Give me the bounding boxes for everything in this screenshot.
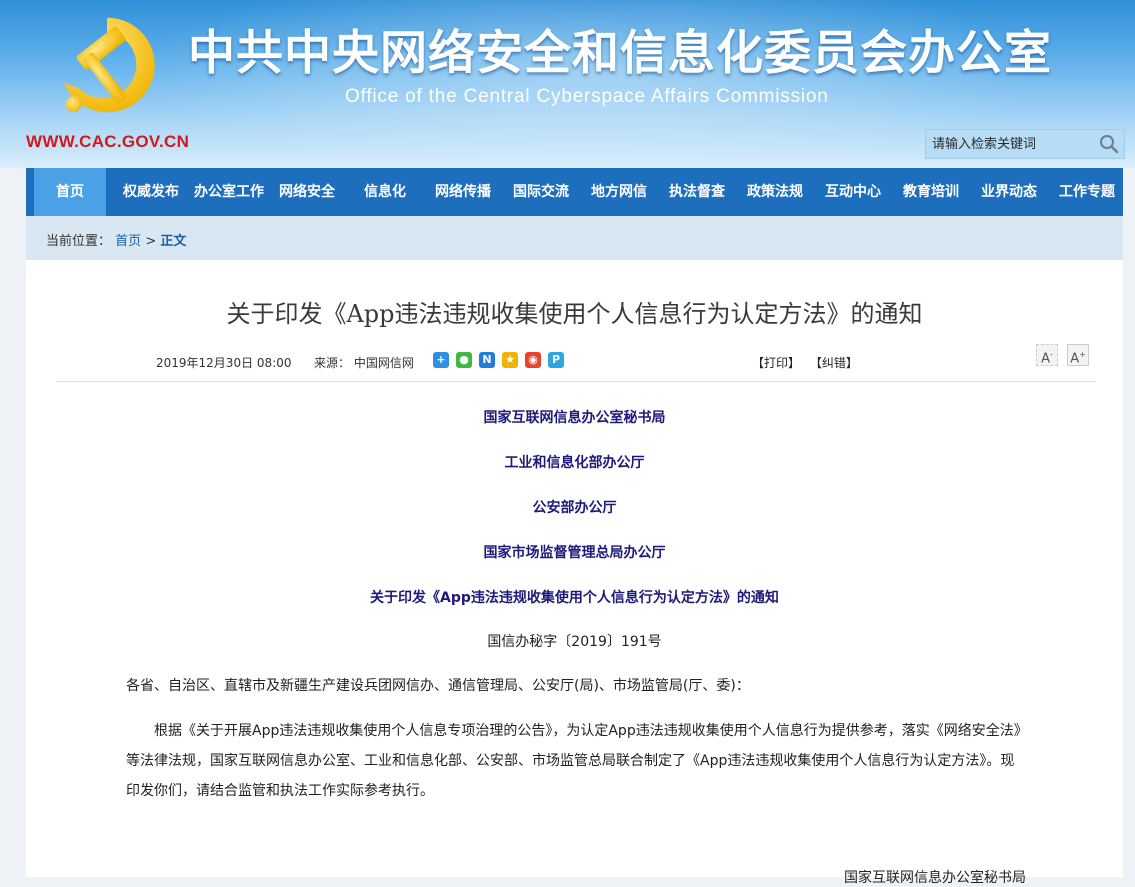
document-number: 国信办秘字〔2019〕191号 [487,634,662,650]
nav-item-local[interactable]: 地方网信 [580,168,658,216]
search-box [925,129,1125,159]
share-plus-icon[interactable]: + [433,352,449,368]
breadcrumb-bar: 当前位置： 首页 > 正文 [26,216,1123,260]
nav-item-policy[interactable]: 政策法规 [736,168,814,216]
font-larger-button[interactable]: A+ [1067,344,1089,366]
breadcrumb-home-link[interactable]: 首页 [115,234,141,249]
font-larger-label: A [1070,351,1080,367]
issuer-line: 工业和信息化部办公厅 [504,455,645,471]
article-meta: 2019年12月30日 08:00 来源： 中国网信网 + ● N ★ ◉ P … [26,352,1123,374]
issuer-line: 国家市场监督管理总局办公厅 [483,545,666,561]
nav-item-topics[interactable]: 工作专题 [1048,168,1126,216]
font-smaller-label: A [1041,351,1050,367]
site-header: 中共中央网络安全和信息化委员会办公室 Office of the Central… [0,0,1135,168]
article-tools: 【打印】 【纠错】 [752,354,864,371]
party-emblem-icon[interactable] [48,6,166,124]
nav-item-cybersecurity[interactable]: 网络安全 [268,168,346,216]
issuer-line: 国家互联网信息办公室秘书局 [483,410,666,426]
site-title: 中共中央网络安全和信息化委员会办公室 [188,26,1052,81]
issuer-line: 公安部办公厅 [532,500,617,516]
breadcrumb-separator: > [145,234,157,249]
nav-item-communication[interactable]: 网络传播 [424,168,502,216]
site-url[interactable]: WWW.CAC.GOV.CN [26,132,189,152]
news-icon[interactable]: N [479,352,495,368]
breadcrumb-current: 正文 [160,234,187,249]
weibo-icon[interactable]: ◉ [525,352,541,368]
nav-item-interaction[interactable]: 互动中心 [814,168,892,216]
search-icon[interactable] [1098,133,1120,155]
article-source: 来源： 中国网信网 [314,356,414,370]
divider [56,381,1096,382]
notice-title: 关于印发《App违法违规收集使用个人信息行为认定方法》的通知 [370,590,779,606]
article-title: 关于印发《App违法违规收集使用个人信息行为认定方法》的通知 [226,300,923,328]
signature: 国家互联网信息办公室秘书局 [844,870,1026,886]
correct-link[interactable]: 【纠错】 [810,356,858,370]
print-link[interactable]: 【打印】 [752,356,800,370]
nav-item-enforcement[interactable]: 执法督查 [658,168,736,216]
nav-item-office-work[interactable]: 办公室工作 [190,168,268,216]
main-nav: 首页 权威发布 办公室工作 网络安全 信息化 网络传播 国际交流 地方网信 执法… [26,168,1123,216]
nav-item-international[interactable]: 国际交流 [502,168,580,216]
qzone-icon[interactable]: ★ [502,352,518,368]
breadcrumb-prefix: 当前位置： [46,234,112,249]
nav-item-training[interactable]: 教育培训 [892,168,970,216]
article-date: 2019年12月30日 08:00 [156,356,292,370]
nav-item-industry[interactable]: 业界动态 [970,168,1048,216]
nav-item-home[interactable]: 首页 [34,168,106,216]
search-input[interactable] [926,130,1094,158]
wechat-icon[interactable]: ● [456,352,472,368]
breadcrumb: 当前位置： 首页 > 正文 [46,230,186,249]
nav-item-informatization[interactable]: 信息化 [346,168,424,216]
body-paragraph: 根据《关于开展App违法违规收集使用个人信息专项治理的公告》，为认定App违法违… [126,723,1021,799]
tencent-weibo-icon[interactable]: P [548,352,564,368]
site-subtitle: Office of the Central Cyberspace Affairs… [345,86,829,107]
article-content: 关于印发《App违法违规收集使用个人信息行为认定方法》的通知 2019年12月3… [26,260,1123,886]
font-smaller-button[interactable]: A- [1036,344,1058,366]
share-bar: + ● N ★ ◉ P [433,352,571,368]
salutation: 各省、自治区、直辖市及新疆生产建设兵团网信办、通信管理局、公安厅(局)、市场监管… [126,678,750,694]
nav-item-authority[interactable]: 权威发布 [112,168,190,216]
